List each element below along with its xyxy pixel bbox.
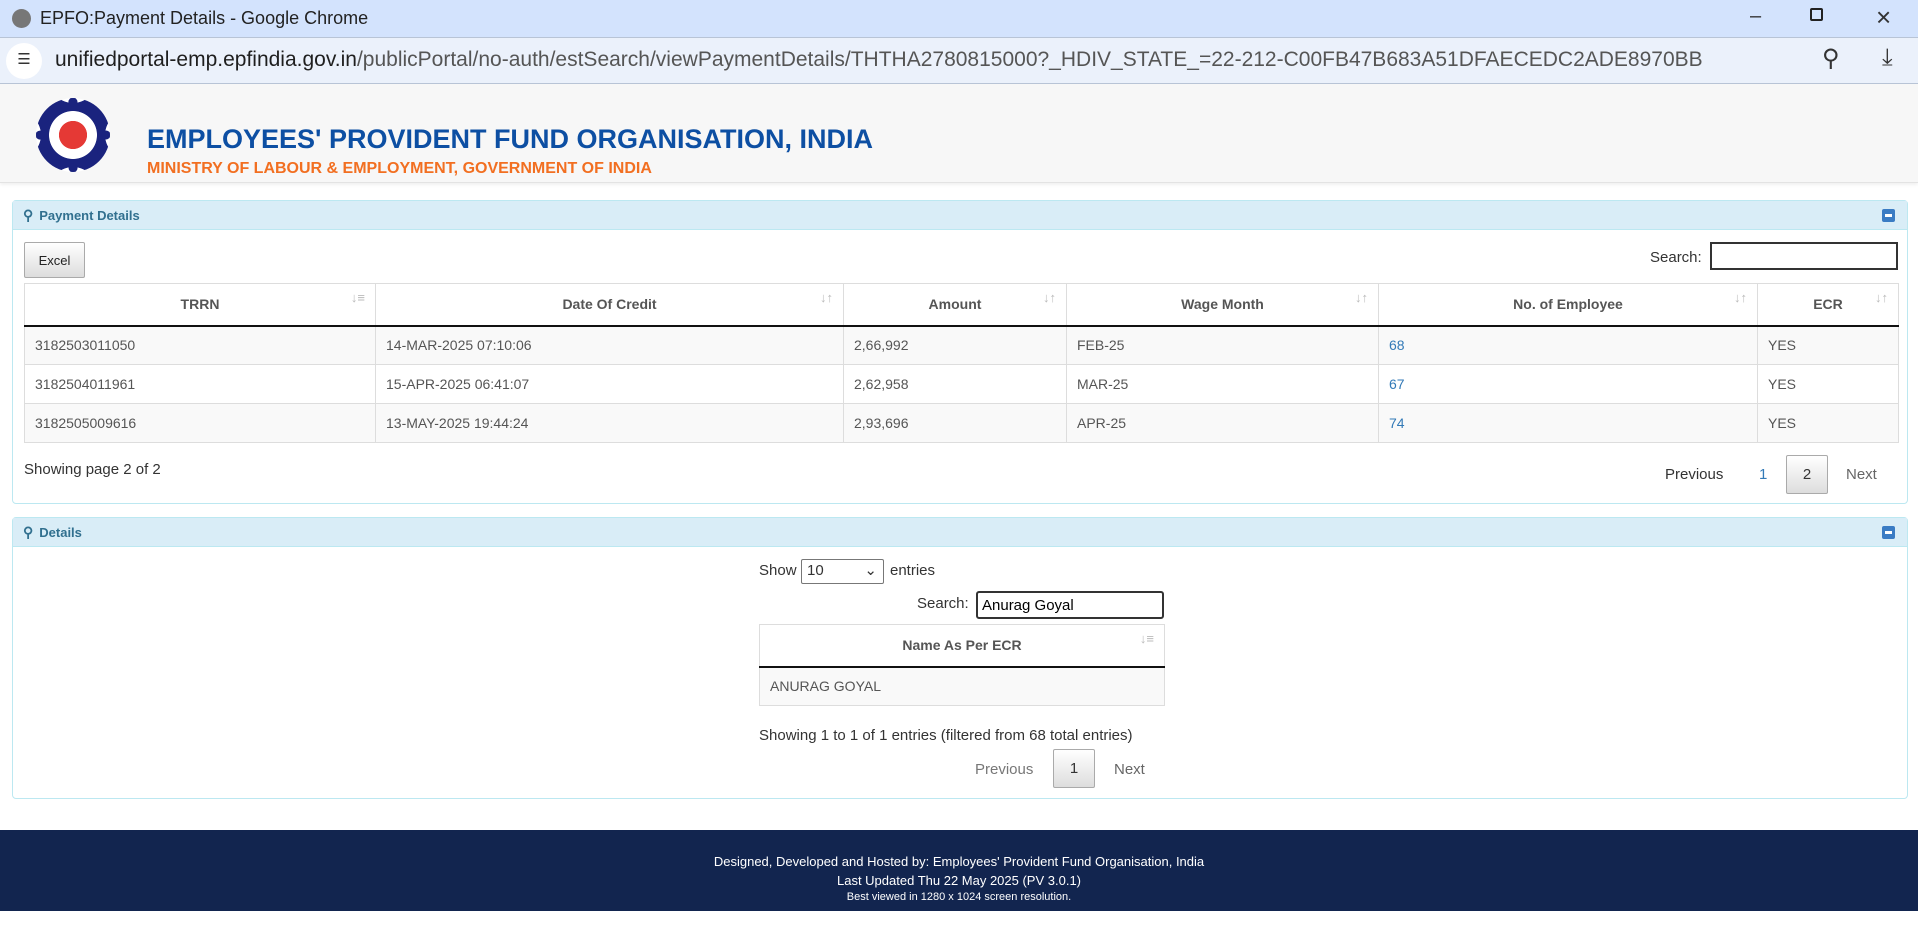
name-table: Name As Per ECR ↓≡ ANURAG GOYAL [759,624,1165,706]
close-button[interactable]: × [1876,2,1891,33]
table-cell: APR-25 [1066,403,1379,443]
window-title: EPFO:Payment Details - Google Chrome [40,8,369,28]
globe-icon [12,9,31,28]
sort-icon: ↓↑ [1355,290,1368,305]
sort-icon: ↓≡ [350,290,365,305]
column-header[interactable]: No. of Employee ↓↑ [1378,283,1758,327]
name-search-input[interactable] [976,591,1164,619]
footer-credit: Designed, Developed and Hosted by: Emplo… [713,854,1205,869]
panel-title: Payment Details [39,207,140,223]
search-input[interactable] [1710,242,1898,270]
panel-header: ⚲ Payment Details [13,201,1907,230]
page-1-button[interactable]: 1 [1053,749,1095,788]
previous-button[interactable]: Previous [975,761,1033,778]
table-info: Showing page 2 of 2 [24,461,161,478]
column-header[interactable]: Name As Per ECR ↓≡ [759,624,1165,668]
employee-count-link[interactable]: 74 [1378,403,1758,443]
entries-label: entries [890,562,936,579]
employee-count-link[interactable]: 68 [1378,325,1758,365]
ministry-subtitle: MINISTRY OF LABOUR & EMPLOYMENT, GOVERNM… [147,160,652,177]
column-header[interactable]: Amount ↓↑ [843,283,1067,327]
page-1-button[interactable]: 1 [1759,466,1767,483]
next-button[interactable]: Next [1114,761,1145,778]
epfo-logo [36,98,110,172]
collapse-icon[interactable] [1882,526,1895,539]
zoom-icon[interactable]: ⚲ [1822,44,1840,73]
table-cell: FEB-25 [1066,325,1379,365]
table-cell: YES [1757,325,1899,365]
address-bar[interactable]: ☰ unifiedportal-emp.epfindia.gov.in/publ… [0,37,1918,84]
footer-resolution: Best viewed in 1280 x 1024 screen resolu… [846,891,1072,903]
excel-button[interactable]: Excel [24,242,85,278]
minimize-button[interactable]: – [1750,5,1761,28]
footer-updated: Last Updated Thu 22 May 2025 (PV 3.0.1) [836,873,1082,888]
table-cell: 2,66,992 [843,325,1067,365]
org-title: EMPLOYEES' PROVIDENT FUND ORGANISATION, … [147,124,873,154]
browser-title-bar: EPFO:Payment Details - Google Chrome – × [0,0,1918,37]
payment-table: TRRN ↓≡ Date Of Credit ↓↑ Amount ↓↑ Wage Month… [24,283,1899,443]
table-row: 3182503011050 14-MAR-2025 07:10:06 2,66,99… [24,325,1899,365]
show-label: Show [759,562,797,579]
search-icon: ⚲ [23,523,34,540]
sort-icon: ↓↑ [1043,290,1056,305]
search-icon: ⚲ [23,206,34,223]
table-cell: 15-APR-2025 06:41:07 [375,364,844,404]
name-cell: ANURAG GOYAL [759,666,1165,706]
details-panel: ⚲ Details Show 10⌄ entries Search: Name A… [12,517,1908,799]
table-row: 3182505009616 13-MAY-2025 19:44:24 2,93,69… [24,403,1899,443]
site-header: EMPLOYEES' PROVIDENT FUND ORGANISATION, … [0,84,1918,183]
site-settings-icon[interactable]: ☰ [6,43,42,79]
download-icon[interactable]: ⤓ [1882,44,1893,72]
table-cell: 2,93,696 [843,403,1067,443]
table-cell: 3182505009616 [24,403,376,443]
sort-icon: ↓↑ [820,290,833,305]
restore-button[interactable] [1810,8,1823,21]
employee-count-link[interactable]: 67 [1378,364,1758,404]
sort-icon: ↓≡ [1139,631,1154,646]
column-header[interactable]: ECR ↓↑ [1757,283,1899,327]
collapse-icon[interactable] [1882,209,1895,222]
table-row: ANURAG GOYAL [759,666,1165,706]
table-cell: 2,62,958 [843,364,1067,404]
panel-title: Details [39,524,82,540]
entries-select[interactable]: 10 ⌄ [801,559,884,584]
panel-header: ⚲ Details [13,518,1907,547]
table-cell: MAR-25 [1066,364,1379,404]
table-cell: 3182504011961 [24,364,376,404]
page-2-button[interactable]: 2 [1786,455,1828,494]
table-cell: YES [1757,403,1899,443]
chevron-down-icon: ⌄ [864,562,877,579]
table-info: Showing 1 to 1 of 1 entries (filtered fr… [759,727,1133,744]
sort-icon: ↓↑ [1875,290,1888,305]
table-cell: 3182503011050 [24,325,376,365]
table-cell: 14-MAR-2025 07:10:06 [375,325,844,365]
previous-button[interactable]: Previous [1665,466,1723,483]
column-header[interactable]: TRRN ↓≡ [24,283,376,327]
table-cell: YES [1757,364,1899,404]
search-label: Search: [1650,249,1702,266]
sort-icon: ↓↑ [1734,290,1747,305]
next-button[interactable]: Next [1846,466,1877,483]
table-cell: 13-MAY-2025 19:44:24 [375,403,844,443]
column-header[interactable]: Wage Month ↓↑ [1066,283,1379,327]
payment-details-panel: ⚲ Payment Details Excel Search: TRRN ↓≡ Dat… [12,200,1908,504]
search-label: Search: [917,595,969,612]
column-header[interactable]: Date Of Credit ↓↑ [375,283,844,327]
url-text[interactable]: unifiedportal-emp.epfindia.gov.in/public… [55,48,1703,72]
table-row: 3182504011961 15-APR-2025 06:41:07 2,62,95… [24,364,1899,404]
footer: Designed, Developed and Hosted by: Emplo… [0,830,1918,911]
